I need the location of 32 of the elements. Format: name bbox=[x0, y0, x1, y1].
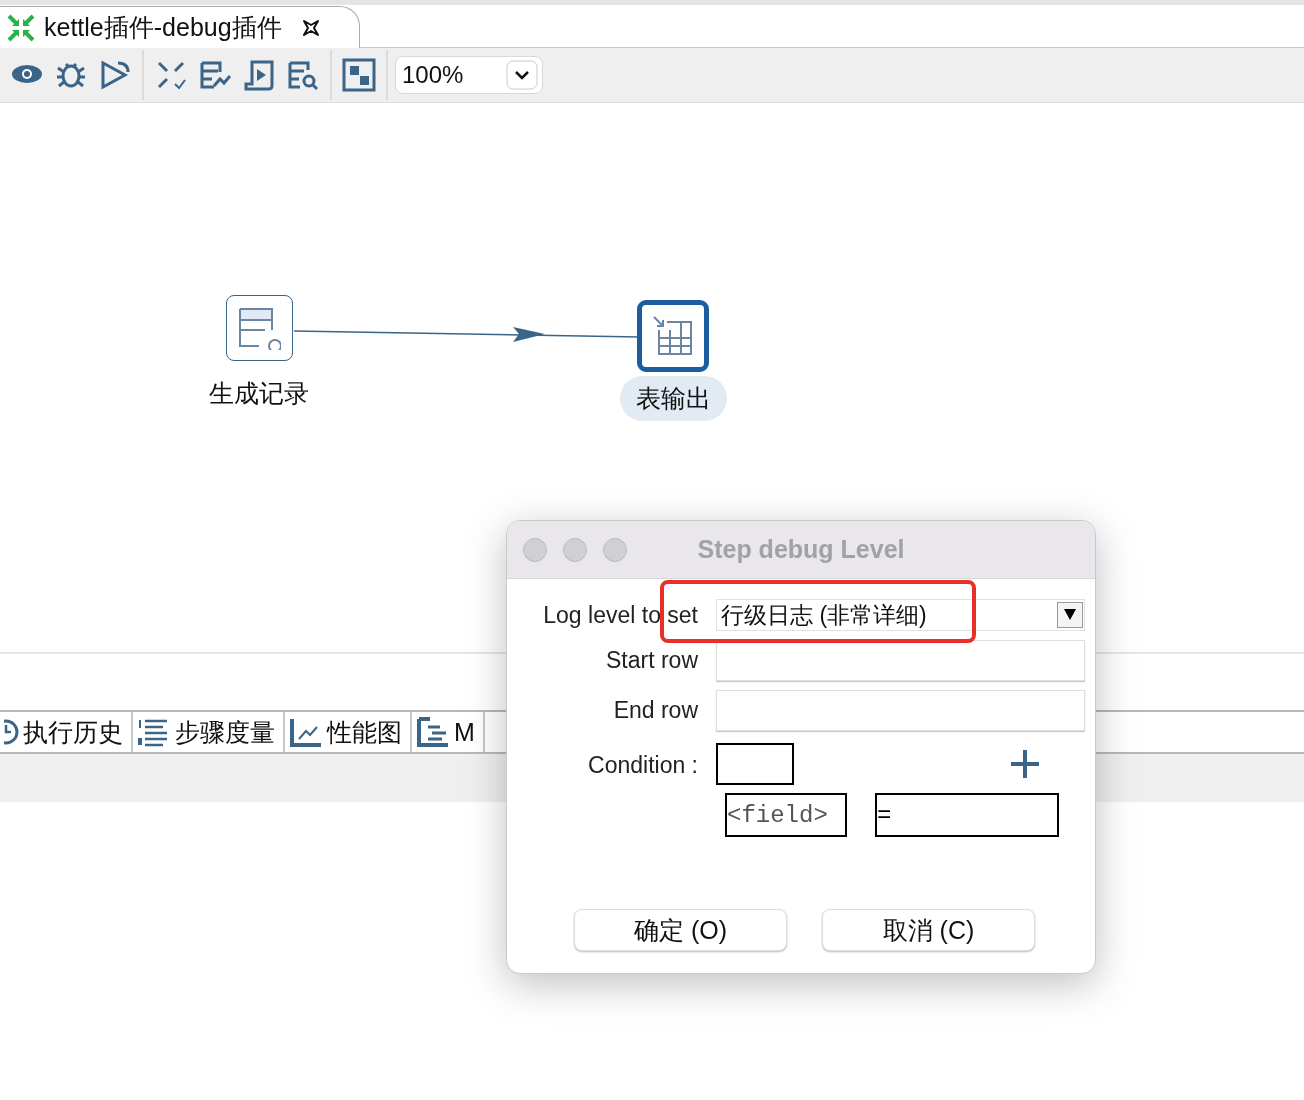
field-label: Log level to set bbox=[542, 601, 698, 629]
condition-field[interactable]: <field> bbox=[725, 793, 847, 837]
panel-tab[interactable]: 执行历史 bbox=[0, 712, 133, 752]
grid-icon[interactable] bbox=[342, 58, 376, 92]
panel-tab[interactable]: 步骤度量 bbox=[133, 712, 285, 752]
tab-title: kettle插件-debug插件 bbox=[44, 12, 282, 43]
step-label: 生成记录 bbox=[209, 378, 309, 409]
step-node[interactable] bbox=[637, 300, 709, 372]
field-label: End row bbox=[612, 697, 698, 724]
dialog-title: Step debug Level bbox=[696, 535, 906, 564]
field-label: Start row bbox=[604, 647, 698, 674]
table-icon bbox=[651, 314, 695, 358]
panel-tab[interactable]: M bbox=[412, 712, 485, 752]
editor-tab[interactable]: kettle插件-debug插件 bbox=[0, 6, 360, 48]
step-label: 表输出 bbox=[619, 376, 727, 421]
chevron-icon bbox=[506, 60, 538, 90]
zoom-dropdown[interactable]: 100% bbox=[395, 56, 543, 94]
step-node[interactable] bbox=[225, 295, 293, 361]
script-icon[interactable] bbox=[242, 58, 276, 92]
condition-operator-box[interactable] bbox=[716, 743, 794, 785]
dialog-button[interactable]: 确定 (O) bbox=[574, 909, 787, 951]
end-row-field[interactable] bbox=[716, 690, 1085, 731]
log-level-dropdown[interactable]: 行级日志 (非常详细) bbox=[716, 599, 1085, 631]
panel-tab[interactable]: 性能图 bbox=[285, 712, 412, 752]
tree-list-icon bbox=[416, 717, 450, 747]
field-label: Condition : bbox=[587, 752, 698, 779]
dialog-button[interactable]: 取消 (C) bbox=[822, 909, 1035, 951]
clock-icon bbox=[4, 717, 19, 747]
line-chart-icon bbox=[289, 717, 323, 747]
plus-icon[interactable] bbox=[1009, 748, 1041, 780]
condition-value[interactable]: = bbox=[875, 793, 1059, 837]
start-row-field[interactable] bbox=[716, 640, 1085, 681]
